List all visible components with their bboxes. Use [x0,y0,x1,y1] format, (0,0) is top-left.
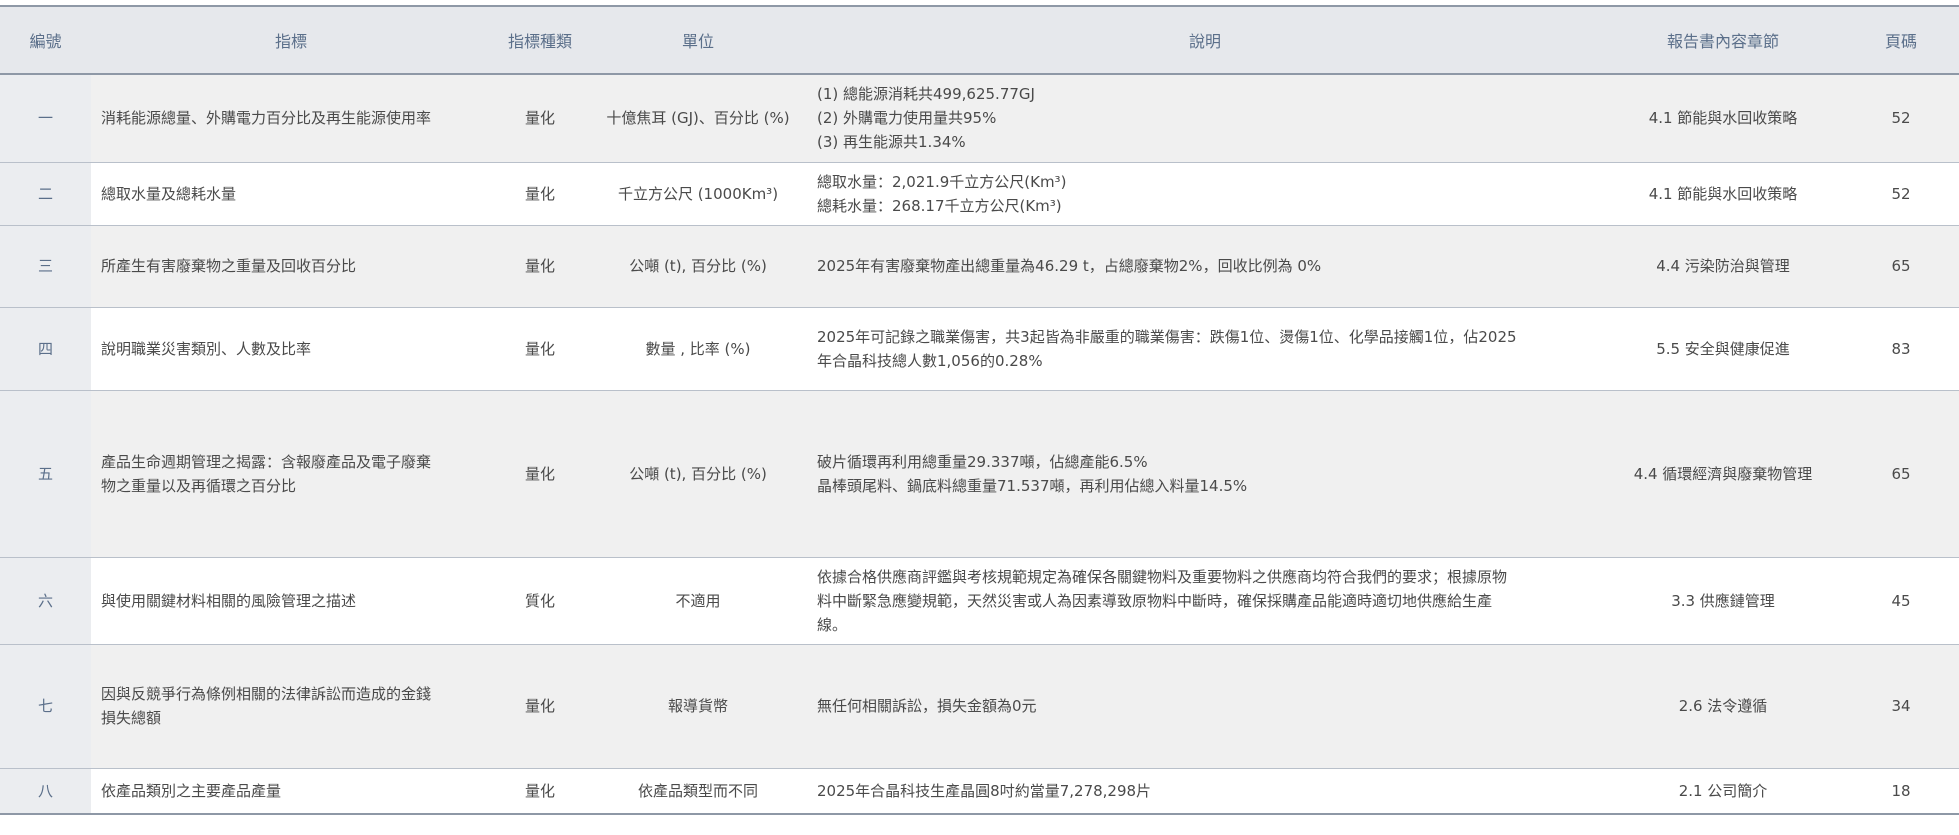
row-section: 4.4 污染防治與管理 [1603,225,1843,308]
row-section: 3.3 供應鏈管理 [1603,557,1843,645]
description-line: 2025年合晶科技生產晶圓8吋約當量7,278,298片 [817,781,1152,800]
row-page: 18 [1843,768,1959,815]
table-row: 二 總取水量及總耗水量 量化 千立方公尺 (1000Km³) 總取水量：2,02… [0,162,1959,226]
row-page: 65 [1843,390,1959,558]
row-unit: 公噸 (t), 百分比 (%) [589,390,807,558]
description-line: 2025年有害廢棄物產出總重量為46.29 t，占總廢棄物2%，回收比例為 0% [817,257,1322,275]
row-indicator: 產品生命週期管理之揭露：含報廢產品及電子廢棄 物之重量以及再循環之百分比 [91,390,491,558]
description-line: (1) 總能源消耗共499,625.77GJ [817,85,1035,104]
row-unit: 不適用 [589,557,807,645]
row-no: 二 [0,162,91,226]
row-no: 八 [0,768,91,815]
row-indicator: 因與反競爭行為條例相關的法律訴訟而造成的金錢 損失總額 [91,644,491,769]
row-no: 一 [0,74,91,163]
header-indicator: 指標 [91,5,491,75]
row-description: 破片循環再利用總重量29.337噸，佔總產能6.5% 晶棒頭尾料、鍋底料總重量7… [807,390,1603,558]
description-line: 依據合格供應商評鑑與考核規範規定為確保各關鍵物料及重要物料之供應商均符合我們的要… [817,567,1508,586]
row-indicator: 總取水量及總耗水量 [91,162,491,226]
table-header-row: 編號 指標 指標種類 單位 說明 報告書內容章節 頁碼 [0,5,1959,75]
row-section: 2.1 公司簡介 [1603,768,1843,815]
description-line: (2) 外購電力使用量共95% [817,109,997,128]
table-row: 三 所產生有害廢棄物之重量及回收百分比 量化 公噸 (t), 百分比 (%) 2… [0,225,1959,308]
row-section: 5.5 安全與健康促進 [1603,307,1843,391]
indicator-table: 編號 指標 指標種類 單位 說明 報告書內容章節 頁碼 一 消耗能源總量、外購電… [0,5,1959,815]
row-type: 量化 [491,74,589,163]
row-no: 六 [0,557,91,645]
description-line: 料中斷緊急應變規範，天然災害或人為因素導致原物料中斷時，確保採購產品能適時適切地… [817,591,1493,610]
header-unit: 單位 [589,5,807,75]
row-description: 總取水量：2,021.9千立方公尺(Km³) 總耗水量：268.17千立方公尺(… [807,162,1603,226]
table-row: 五 產品生命週期管理之揭露：含報廢產品及電子廢棄 物之重量以及再循環之百分比 量… [0,390,1959,558]
row-type: 量化 [491,307,589,391]
description-line: 破片循環再利用總重量29.337噸，佔總產能6.5% [817,452,1148,471]
row-description: 依據合格供應商評鑑與考核規範規定為確保各關鍵物料及重要物料之供應商均符合我們的要… [807,557,1603,645]
row-description: 2025年有害廢棄物產出總重量為46.29 t，占總廢棄物2%，回收比例為 0% [807,225,1603,308]
row-unit: 公噸 (t), 百分比 (%) [589,225,807,308]
row-no: 四 [0,307,91,391]
table-row: 四 說明職業災害類別、人數及比率 量化 數量 , 比率 (%) 2025年可記錄… [0,307,1959,391]
indicator-table-container: 編號 指標 指標種類 單位 說明 報告書內容章節 頁碼 一 消耗能源總量、外購電… [0,5,1959,815]
row-indicator: 依產品類別之主要產品產量 [91,768,491,815]
row-unit: 報導貨幣 [589,644,807,769]
indicator-line: 損失總額 [101,709,162,727]
row-unit: 十億焦耳 (GJ)、百分比 (%) [589,74,807,163]
row-page: 45 [1843,557,1959,645]
description-line: 晶棒頭尾料、鍋底料總重量71.537噸，再利用佔總入料量14.5% [817,476,1248,495]
indicator-line: 產品生命週期管理之揭露：含報廢產品及電子廢棄 [101,452,432,471]
row-no: 五 [0,390,91,558]
description-line: 年合晶科技總人數1,056的0.28% [817,351,1043,370]
table-row: 七 因與反競爭行為條例相關的法律訴訟而造成的金錢 損失總額 量化 報導貨幣 無任… [0,644,1959,769]
description-line: 無任何相關訴訟，損失金額為0元 [817,697,1037,715]
description-line: 總取水量：2,021.9千立方公尺(Km³) [817,172,1067,191]
row-page: 52 [1843,162,1959,226]
row-type: 量化 [491,644,589,769]
description-line: (3) 再生能源共1.34% [817,133,966,152]
row-no: 七 [0,644,91,769]
header-section: 報告書內容章節 [1603,5,1843,75]
description-line: 2025年可記錄之職業傷害，共3起皆為非嚴重的職業傷害：跌傷1位、燙傷1位、化學… [817,327,1517,346]
row-no: 三 [0,225,91,308]
row-page: 83 [1843,307,1959,391]
row-section: 4.1 節能與水回收策略 [1603,74,1843,163]
row-page: 52 [1843,74,1959,163]
header-description: 說明 [807,5,1603,75]
row-description: 2025年合晶科技生產晶圓8吋約當量7,278,298片 [807,768,1603,815]
table-row: 六 與使用關鍵材料相關的風險管理之描述 質化 不適用 依據合格供應商評鑑與考核規… [0,557,1959,645]
row-indicator: 所產生有害廢棄物之重量及回收百分比 [91,225,491,308]
row-page: 34 [1843,644,1959,769]
table-row: 八 依產品類別之主要產品產量 量化 依產品類型而不同 2025年合晶科技生產晶圓… [0,768,1959,815]
row-description: 2025年可記錄之職業傷害，共3起皆為非嚴重的職業傷害：跌傷1位、燙傷1位、化學… [807,307,1603,391]
row-type: 量化 [491,768,589,815]
row-section: 4.4 循環經濟與廢棄物管理 [1603,390,1843,558]
row-description: 無任何相關訴訟，損失金額為0元 [807,644,1603,769]
row-section: 2.6 法令遵循 [1603,644,1843,769]
row-description: (1) 總能源消耗共499,625.77GJ (2) 外購電力使用量共95% (… [807,74,1603,163]
row-unit: 數量 , 比率 (%) [589,307,807,391]
row-type: 質化 [491,557,589,645]
row-unit: 千立方公尺 (1000Km³) [589,162,807,226]
row-indicator: 與使用關鍵材料相關的風險管理之描述 [91,557,491,645]
row-type: 量化 [491,390,589,558]
row-indicator: 說明職業災害類別、人數及比率 [91,307,491,391]
description-line: 總耗水量：268.17千立方公尺(Km³) [817,196,1062,215]
row-indicator: 消耗能源總量、外購電力百分比及再生能源使用率 [91,74,491,163]
row-page: 65 [1843,225,1959,308]
header-page: 頁碼 [1843,5,1959,75]
row-section: 4.1 節能與水回收策略 [1603,162,1843,226]
indicator-line: 因與反競爭行為條例相關的法律訴訟而造成的金錢 [101,685,432,703]
row-type: 量化 [491,162,589,226]
header-no: 編號 [0,5,91,75]
row-unit: 依產品類型而不同 [589,768,807,815]
row-type: 量化 [491,225,589,308]
description-line: 線。 [817,615,848,634]
header-type: 指標種類 [491,5,589,75]
table-row: 一 消耗能源總量、外購電力百分比及再生能源使用率 量化 十億焦耳 (GJ)、百分… [0,74,1959,163]
indicator-line: 物之重量以及再循環之百分比 [101,476,297,495]
